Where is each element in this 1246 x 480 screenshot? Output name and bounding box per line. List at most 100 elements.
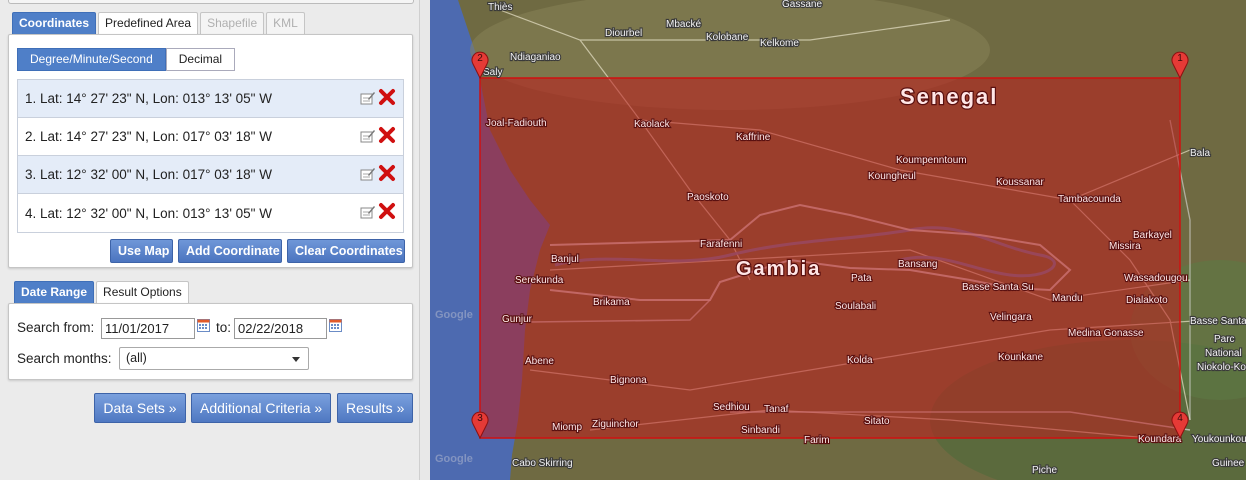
place-label: Kaolack: [634, 119, 671, 130]
place-label: Koundara: [1138, 434, 1182, 445]
place-label: National: [1205, 348, 1242, 359]
place-label: Guinee: [1212, 458, 1245, 469]
search-months-value: (all): [126, 351, 147, 365]
place-label: Ndiaganiao: [510, 52, 561, 63]
place-label: Pata: [851, 273, 872, 284]
place-label: Barkayel: [1133, 230, 1172, 241]
place-label: Kelkome: [760, 38, 799, 49]
edit-icon[interactable]: [359, 166, 375, 182]
additional-criteria-button[interactable]: Additional Criteria »: [191, 393, 331, 423]
tab-decimal[interactable]: Decimal: [165, 48, 236, 71]
map-view[interactable]: Thiès Diourbel Mbacké Gassane Kolobane K…: [430, 0, 1246, 480]
place-label: Kounkane: [998, 352, 1043, 363]
add-coordinate-button[interactable]: Add Coordinate: [178, 239, 282, 263]
marker-label: 3: [477, 413, 483, 424]
date-tabs: Date Range Result Options: [14, 281, 189, 303]
tab-kml[interactable]: KML: [266, 12, 305, 34]
marker-label: 1: [1177, 53, 1183, 64]
place-label: Diourbel: [605, 28, 642, 39]
place-label: Abene: [525, 356, 554, 367]
place-label: Paoskoto: [687, 192, 729, 203]
tab-predefined-area[interactable]: Predefined Area: [98, 12, 199, 34]
selected-area[interactable]: [479, 77, 1181, 439]
place-label: Sitato: [864, 416, 890, 427]
coordinate-row: 3. Lat: 12° 32' 00" N, Lon: 017° 03' 18"…: [18, 156, 403, 194]
place-label: Tambacounda: [1058, 194, 1121, 205]
search-months-label: Search months:: [17, 351, 112, 366]
top-divider: [8, 0, 414, 4]
place-label: Bansang: [898, 259, 937, 270]
place-label: Thiès: [488, 2, 512, 13]
place-label: Wassadougou: [1124, 273, 1188, 284]
search-from-label: Search from:: [17, 320, 95, 335]
calendar-icon[interactable]: [197, 319, 210, 332]
google-watermark: Google: [435, 309, 473, 321]
place-label: Joal-Fadiouth: [486, 118, 547, 129]
coordinate-format-tabs: Degree/Minute/Second Decimal: [17, 48, 236, 71]
place-label: Basse Santa Su: [962, 282, 1034, 293]
marker-label: 2: [477, 53, 483, 64]
place-label: Parc: [1214, 334, 1235, 345]
place-label: Koussanar: [996, 177, 1044, 188]
place-label: Youkounkoun: [1192, 434, 1246, 445]
tab-result-options[interactable]: Result Options: [96, 281, 189, 303]
place-label: Brikama: [593, 297, 630, 308]
place-label: Koumpenntoum: [896, 155, 967, 166]
country-label-gambia: Gambia: [736, 258, 821, 280]
country-label-senegal: Senegal: [900, 84, 998, 109]
use-map-button[interactable]: Use Map: [110, 239, 173, 263]
place-label: Sinbandi: [741, 425, 780, 436]
edit-icon[interactable]: [359, 90, 375, 106]
coordinate-row: 4. Lat: 12° 32' 00" N, Lon: 013° 13' 05"…: [18, 194, 403, 232]
coordinate-text: 1. Lat: 14° 27' 23" N, Lon: 013° 13' 05"…: [25, 91, 272, 106]
coordinate-text: 3. Lat: 12° 32' 00" N, Lon: 017° 03' 18"…: [25, 167, 272, 182]
tab-degree-minute-second[interactable]: Degree/Minute/Second: [17, 48, 166, 71]
place-label: Piche: [1032, 465, 1057, 476]
search-criteria-panel: Coordinates Predefined Area Shapefile KM…: [0, 0, 420, 480]
marker-label: 4: [1177, 413, 1183, 424]
coordinate-row: 1. Lat: 14° 27' 23" N, Lon: 013° 13' 05"…: [18, 80, 403, 118]
to-label: to:: [216, 320, 232, 335]
place-label: Medina Gonasse: [1068, 328, 1144, 339]
area-tabs: Coordinates Predefined Area Shapefile KM…: [12, 12, 305, 34]
tab-date-range[interactable]: Date Range: [14, 281, 95, 303]
coordinate-text: 2. Lat: 14° 27' 23" N, Lon: 017° 03' 18"…: [25, 129, 272, 144]
delete-icon[interactable]: [378, 88, 396, 106]
place-label: Niokolo-Ko: [1197, 362, 1246, 373]
edit-icon[interactable]: [359, 204, 375, 220]
results-button[interactable]: Results »: [337, 393, 413, 423]
clear-coordinates-button[interactable]: Clear Coordinates: [287, 239, 405, 263]
google-watermark: Google: [435, 453, 473, 465]
coordinates-panel: Degree/Minute/Second Decimal 1. Lat: 14°…: [8, 34, 413, 268]
coordinate-text: 4. Lat: 12° 32' 00" N, Lon: 013° 13' 05"…: [25, 205, 272, 221]
place-label: Sedhiou: [713, 402, 750, 413]
place-label: Velingara: [990, 312, 1032, 323]
search-to-input[interactable]: 02/22/2018: [234, 318, 327, 339]
place-label: Tanaf: [764, 404, 789, 415]
place-label: Serekunda: [515, 275, 564, 286]
search-months-select[interactable]: (all): [119, 347, 309, 370]
coordinate-list: 1. Lat: 14° 27' 23" N, Lon: 013° 13' 05"…: [17, 79, 404, 233]
search-from-input[interactable]: 11/01/2017: [101, 318, 195, 339]
tab-shapefile[interactable]: Shapefile: [200, 12, 265, 34]
chevron-down-icon: [292, 357, 300, 362]
place-label: Kaffrine: [736, 132, 771, 143]
place-label: Basse Santa Su: [1190, 316, 1246, 327]
place-label: Koungheul: [868, 171, 916, 182]
map-canvas[interactable]: Thiès Diourbel Mbacké Gassane Kolobane K…: [430, 0, 1246, 480]
delete-icon[interactable]: [378, 126, 396, 144]
edit-icon[interactable]: [359, 128, 375, 144]
place-label: Missira: [1109, 241, 1141, 252]
place-label: Mbacké: [666, 19, 701, 30]
coordinate-row: 2. Lat: 14° 27' 23" N, Lon: 017° 03' 18"…: [18, 118, 403, 156]
calendar-icon[interactable]: [329, 319, 342, 332]
tab-coordinates[interactable]: Coordinates: [12, 12, 97, 34]
place-label: Soulabali: [835, 301, 876, 312]
date-range-panel: Search from: 11/01/2017 to: 02/22/2018 S…: [8, 303, 413, 380]
place-label: Bala: [1190, 148, 1210, 159]
delete-icon[interactable]: [378, 202, 396, 220]
place-label: Bignona: [610, 375, 647, 386]
delete-icon[interactable]: [378, 164, 396, 182]
place-label: Farafenni: [700, 239, 742, 250]
data-sets-button[interactable]: Data Sets »: [94, 393, 186, 423]
